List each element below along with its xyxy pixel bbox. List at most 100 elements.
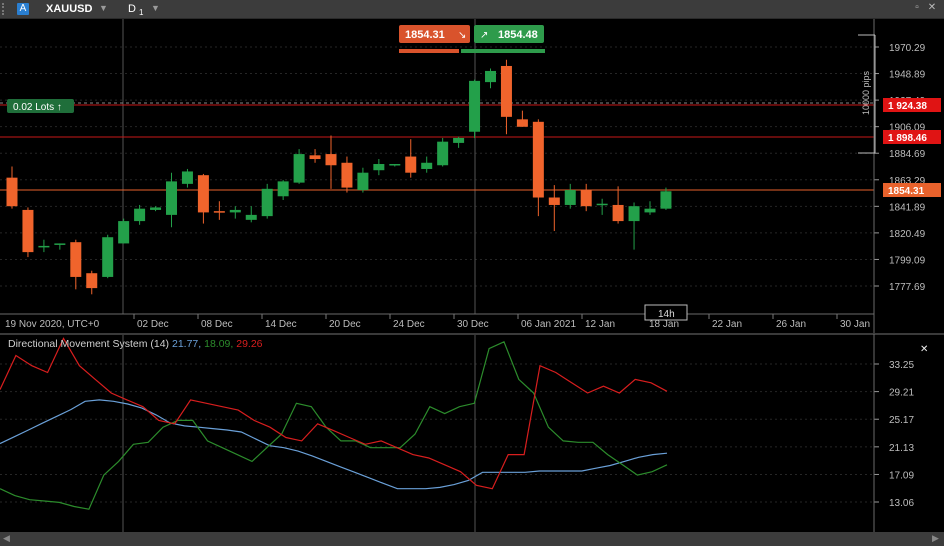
candle-body[interactable] [213,211,225,213]
candle-body[interactable] [437,141,449,166]
indicator-title: Directional Movement System (14) 21.77, … [8,338,263,350]
time-axis-label: 30 Dec [457,319,489,330]
price-tick-label: 1948.89 [889,70,926,81]
candle-body[interactable] [325,154,337,166]
cursor-time-label: 14h [658,309,675,320]
restore-window-icon[interactable]: ▫ [912,3,922,13]
price-tick-label: 1970.29 [889,43,926,54]
candle-body[interactable] [38,245,50,248]
buy-spread-bar [461,49,545,53]
candle-body[interactable] [516,119,528,127]
candle-body[interactable] [86,273,98,289]
indicator-line-ADX [0,399,668,490]
candle-body[interactable] [102,237,114,277]
candle-body[interactable] [341,162,353,188]
candle-body[interactable] [261,188,273,217]
close-indicator-icon[interactable]: ✕ [920,344,928,355]
time-axis-label: 12 Jan [585,319,615,330]
timeframe-label[interactable]: D [128,3,136,15]
symbol-label[interactable]: XAUUSD [46,3,92,15]
candle-body[interactable] [580,190,592,207]
candle-body[interactable] [548,197,560,205]
candle-body[interactable] [469,80,481,132]
price-chart[interactable]: 1970.291948.891927.491906.091884.691863.… [0,19,944,333]
candle-body[interactable] [405,156,417,173]
candle-body[interactable] [229,209,241,213]
indicator-tick-label: 29.21 [889,388,914,399]
candle-body[interactable] [421,162,433,169]
scroll-right-icon[interactable]: ▶ [932,533,939,544]
indicator-tick-label: 17.09 [889,470,914,481]
price-tick-label: 1884.69 [889,149,926,160]
adx-value: 21.77, [172,338,204,350]
candle-body[interactable] [453,137,465,143]
symbol-dropdown-icon[interactable]: ▼ [99,3,108,13]
candle-body[interactable] [293,154,305,183]
timeframe-dropdown-icon[interactable]: ▼ [151,3,160,13]
candle-body[interactable] [277,181,289,197]
candle-body[interactable] [532,121,544,198]
time-axis-label: 18 Jan [649,319,679,330]
time-axis-label: 30 Jan [840,319,870,330]
indicator-panel[interactable]: 33.25 29.21 25.17 21.13 17.09 13.06 Direction… [0,333,944,532]
indicator-line-minus-DI [0,337,668,490]
candle-body[interactable] [54,243,66,245]
price-level-marker-label: 1854.31 [888,186,925,197]
time-axis-label: 14 Dec [265,319,297,330]
scroll-left-icon[interactable]: ◀ [3,533,10,544]
candle-body[interactable] [181,171,193,184]
time-axis-label: 19 Nov 2020, UTC+0 [5,319,100,330]
candle-body[interactable] [245,214,257,220]
candle-body[interactable] [6,177,18,207]
account-icon[interactable]: A [17,3,29,15]
indicator-chart[interactable]: 33.25 29.21 25.17 21.13 17.09 13.06 Direction… [0,333,944,532]
lots-label: 0.02 Lots ↑ [13,102,62,113]
price-chart-panel[interactable]: 1970.291948.891927.491906.091884.691863.… [0,19,944,333]
candle-body[interactable] [596,203,608,206]
indicator-tick-label: 25.17 [889,415,914,426]
buy-arrow-icon: ↗ [480,30,488,41]
time-axis-label: 06 Jan 2021 [521,319,576,330]
candle-body[interactable] [373,164,385,171]
candle-body[interactable] [150,207,162,210]
time-axis-label: 26 Jan [776,319,806,330]
candle-body[interactable] [500,65,512,117]
plus-di-value: 18.09, [204,338,236,350]
sell-arrow-icon: ↘ [458,30,466,41]
candle-body[interactable] [485,70,496,83]
candle-body[interactable] [118,221,130,244]
candle-body[interactable] [612,204,624,222]
candle-body[interactable] [70,242,82,277]
candle-body[interactable] [389,164,401,166]
candle-body[interactable] [628,206,640,222]
price-tick-label: 1820.49 [889,229,926,240]
indicator-tick-label: 13.06 [889,498,914,509]
candle-body[interactable] [22,209,34,253]
time-axis-label: 22 Jan [712,319,742,330]
close-window-icon[interactable]: ✕ [927,3,937,13]
horizontal-scrollbar[interactable]: ◀ ▶ [0,532,944,546]
candle-body[interactable] [357,172,369,191]
indicator-tick-label: 33.25 [889,360,914,371]
buy-price: 1854.48 [498,29,538,41]
sell-spread-bar [399,49,459,53]
price-tick-label: 1777.69 [889,282,926,293]
chart-toolbar: A XAUUSD ▼ D 1 ▼ ▫ ✕ [0,0,944,19]
pips-label: 10000 pips [861,70,871,115]
candle-body[interactable] [660,191,672,209]
price-level-marker-label: 1 898.46 [888,133,927,144]
price-tick-label: 1799.09 [889,255,926,266]
time-axis-label: 08 Dec [201,319,233,330]
indicator-name: Directional Movement System (14) [8,338,172,350]
time-axis-label: 02 Dec [137,319,169,330]
candle-body[interactable] [197,175,209,213]
candle-body[interactable] [644,208,656,213]
indicator-line-plusminus-DI [0,340,668,510]
candle-body[interactable] [564,190,576,205]
panel-grip[interactable] [2,3,10,15]
candle-body[interactable] [309,155,321,160]
candle-body[interactable] [166,181,177,215]
price-tick-label: 1841.89 [889,202,926,213]
candle-body[interactable] [134,208,146,222]
time-axis-label: 24 Dec [393,319,425,330]
